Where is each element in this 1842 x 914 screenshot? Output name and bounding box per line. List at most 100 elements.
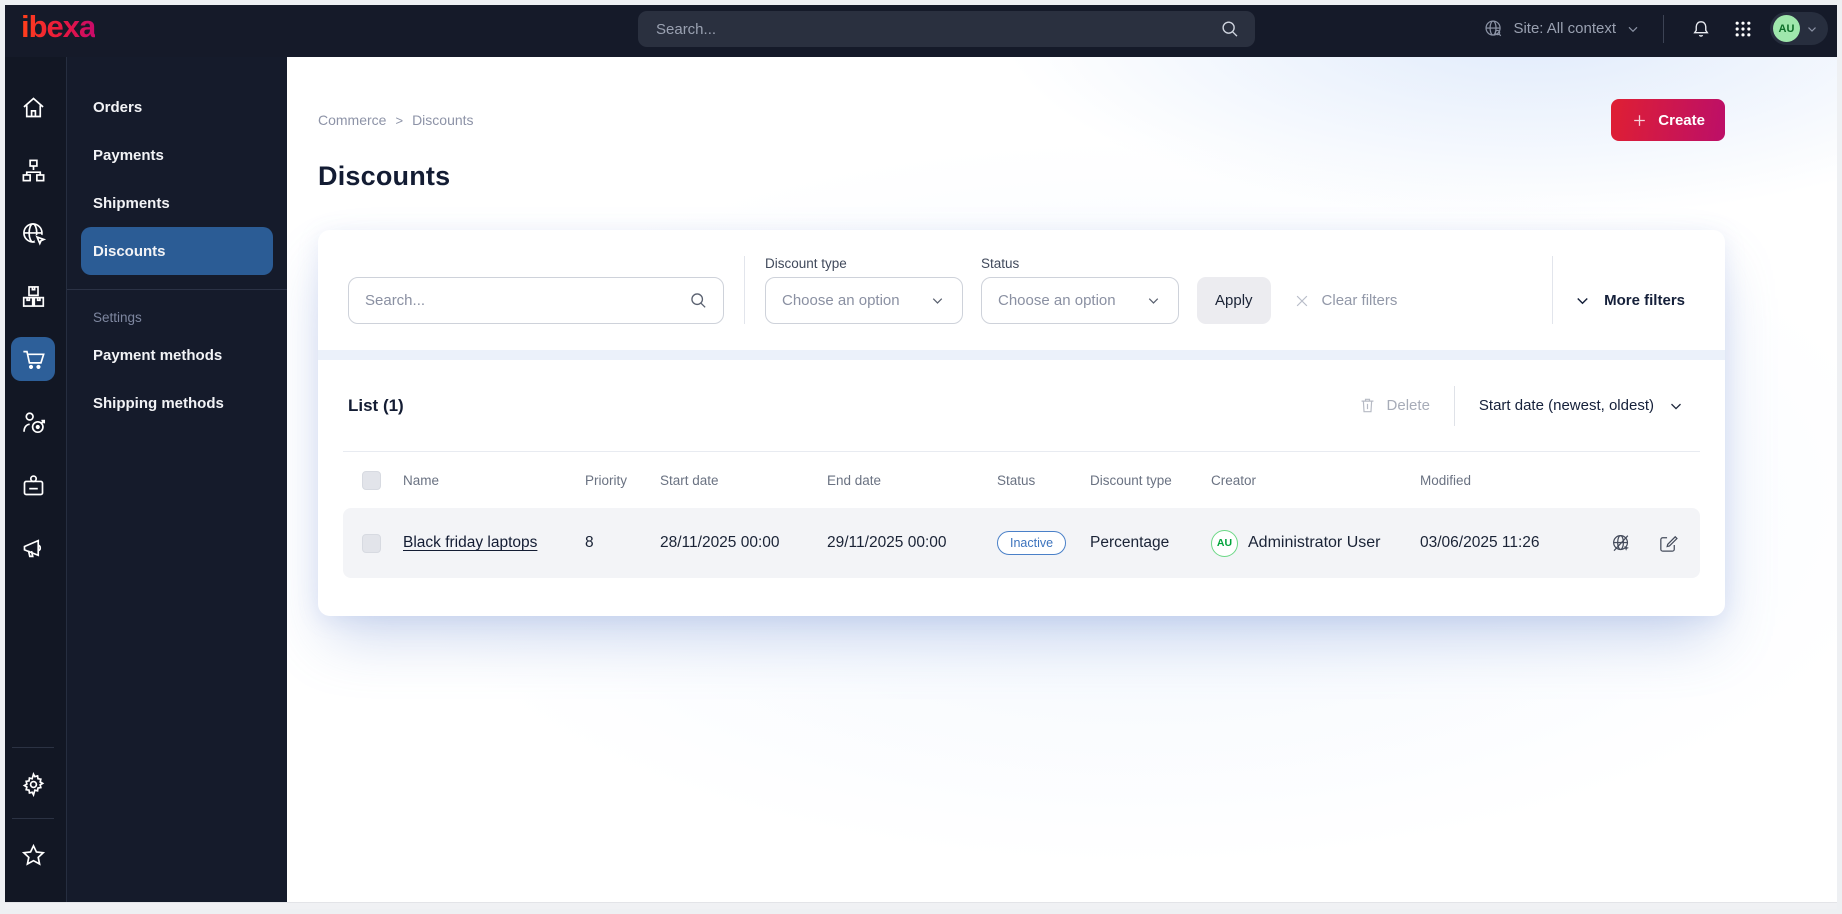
home-icon — [20, 94, 47, 121]
global-search-input[interactable] — [656, 20, 1219, 38]
list-actions: Delete Start date (newest, oldest) — [1358, 385, 1685, 426]
menu-section-label: Settings — [93, 310, 142, 325]
status-select[interactable]: Choose an option — [981, 277, 1179, 324]
sort-label: Start date (newest, oldest) — [1478, 397, 1654, 414]
site-context-label: Site: All context — [1513, 20, 1616, 37]
sidebar-divider — [12, 818, 54, 819]
chevron-down-icon — [1145, 292, 1162, 309]
menu-item-payments[interactable]: Payments — [67, 131, 287, 179]
sidebar-item-home[interactable] — [11, 85, 55, 129]
list-title: List (1) — [348, 395, 404, 415]
column-name: Name — [403, 472, 440, 488]
row-modified: 03/06/2025 11:26 — [1420, 534, 1540, 551]
topbar: ibexa Site: All context — [0, 0, 1842, 57]
table-header: Name Priority Start date End date Status… — [343, 452, 1700, 508]
discounts-panel: Discount type Choose an option Status Ch… — [318, 230, 1725, 616]
row-checkbox[interactable] — [362, 533, 381, 553]
apply-button[interactable]: Apply — [1197, 277, 1271, 324]
discounts-table: Name Priority Start date End date Status… — [343, 451, 1700, 578]
globe-strikethrough-icon[interactable] — [1610, 532, 1633, 555]
discount-type-filter: Discount type Choose an option — [765, 256, 963, 324]
chevron-down-icon — [1805, 22, 1819, 36]
horizontal-scrollbar[interactable] — [0, 902, 1842, 914]
content-header: Commerce > Discounts Create — [318, 99, 1725, 141]
filter-search-input[interactable] — [365, 292, 688, 309]
menu-item-payment-methods[interactable]: Payment methods — [67, 331, 287, 379]
user-menu[interactable]: AU — [1770, 12, 1828, 45]
app-shell: Orders Payments Shipments Discounts Sett… — [0, 57, 1842, 914]
row-actions — [1610, 532, 1700, 555]
sidebar-item-site[interactable] — [11, 211, 55, 255]
creator-avatar: AU — [1211, 529, 1238, 557]
content-tree-icon — [20, 157, 47, 184]
discount-name-link[interactable]: Black friday laptops — [403, 534, 537, 551]
breadcrumb-discounts[interactable]: Discounts — [412, 112, 473, 128]
main-sidebar — [0, 57, 66, 914]
chevron-down-icon — [929, 292, 946, 309]
menu-item-shipping-methods[interactable]: Shipping methods — [67, 379, 287, 427]
creator-name: Administrator User — [1248, 534, 1381, 551]
column-end-date: End date — [827, 472, 882, 488]
sidebar-item-commerce[interactable] — [11, 337, 55, 381]
more-filters-button[interactable]: More filters — [1573, 277, 1685, 324]
list-section: List (1) Delete Start date (newest, olde… — [318, 360, 1725, 616]
discount-type-select[interactable]: Choose an option — [765, 277, 963, 324]
close-icon — [1293, 292, 1311, 310]
menu-item-shipments[interactable]: Shipments — [67, 179, 287, 227]
list-actions-divider — [1453, 385, 1455, 426]
filters-bar: Discount type Choose an option Status Ch… — [318, 230, 1725, 350]
column-start-date: Start date — [660, 472, 719, 488]
search-icon[interactable] — [1219, 18, 1241, 40]
gear-icon — [20, 771, 47, 798]
discount-type-label: Discount type — [765, 256, 847, 271]
column-status: Status — [997, 472, 1036, 488]
trash-icon — [1358, 396, 1377, 415]
breadcrumb-separator: > — [395, 112, 404, 128]
sidebar-item-bookmarks[interactable] — [11, 833, 55, 877]
column-discount-type: Discount type — [1090, 472, 1172, 488]
delete-button[interactable]: Delete — [1358, 396, 1430, 415]
edit-icon[interactable] — [1657, 532, 1680, 555]
boxes-icon — [20, 283, 47, 310]
status-filter: Status Choose an option — [981, 256, 1179, 324]
topbar-right: Site: All context AU — [1483, 0, 1828, 57]
create-button[interactable]: Create — [1611, 99, 1725, 141]
column-priority: Priority — [585, 472, 628, 488]
customer-target-icon — [20, 409, 47, 436]
menu-item-discounts[interactable]: Discounts — [81, 227, 273, 275]
search-icon[interactable] — [688, 290, 709, 311]
clear-filters-button[interactable]: Clear filters — [1293, 277, 1397, 324]
page-title: Discounts — [318, 161, 451, 191]
sidebar-item-content-tree[interactable] — [11, 148, 55, 192]
sidebar-item-settings[interactable] — [11, 762, 55, 806]
list-header: List (1) Delete Start date (newest, olde… — [343, 360, 1700, 451]
row-start-date: 28/11/2025 00:00 — [660, 534, 780, 551]
filter-search[interactable] — [348, 277, 724, 324]
sidebar-item-corporate[interactable] — [11, 463, 55, 507]
chevron-down-icon — [1667, 397, 1685, 415]
row-discount-type: Percentage — [1090, 534, 1170, 551]
breadcrumb: Commerce > Discounts — [318, 112, 474, 128]
site-context-selector[interactable]: Site: All context — [1483, 18, 1641, 39]
breadcrumb-commerce[interactable]: Commerce — [318, 112, 386, 128]
sidebar-item-product-catalog[interactable] — [11, 274, 55, 318]
global-search[interactable] — [638, 11, 1255, 47]
status-label: Status — [981, 256, 1020, 271]
column-modified: Modified — [1420, 472, 1472, 488]
select-all-checkbox[interactable] — [362, 470, 381, 490]
megaphone-icon — [20, 535, 47, 562]
ibexa-logo[interactable]: ibexa — [21, 9, 96, 45]
sidebar-item-customers[interactable] — [11, 400, 55, 444]
menu-item-orders[interactable]: Orders — [67, 83, 287, 131]
sidebar-divider — [12, 747, 54, 748]
notifications-button[interactable] — [1686, 14, 1716, 44]
section-divider — [318, 350, 1725, 360]
topbar-divider — [1663, 14, 1664, 43]
sidebar-item-marketing[interactable] — [11, 526, 55, 570]
app-switcher-button[interactable] — [1728, 14, 1758, 44]
filter-divider — [1552, 256, 1554, 324]
sort-dropdown[interactable]: Start date (newest, oldest) — [1479, 397, 1685, 415]
table-row: Black friday laptops 8 28/11/2025 00:00 … — [343, 508, 1700, 578]
grid-icon — [1733, 19, 1753, 39]
avatar[interactable]: AU — [1773, 15, 1800, 42]
